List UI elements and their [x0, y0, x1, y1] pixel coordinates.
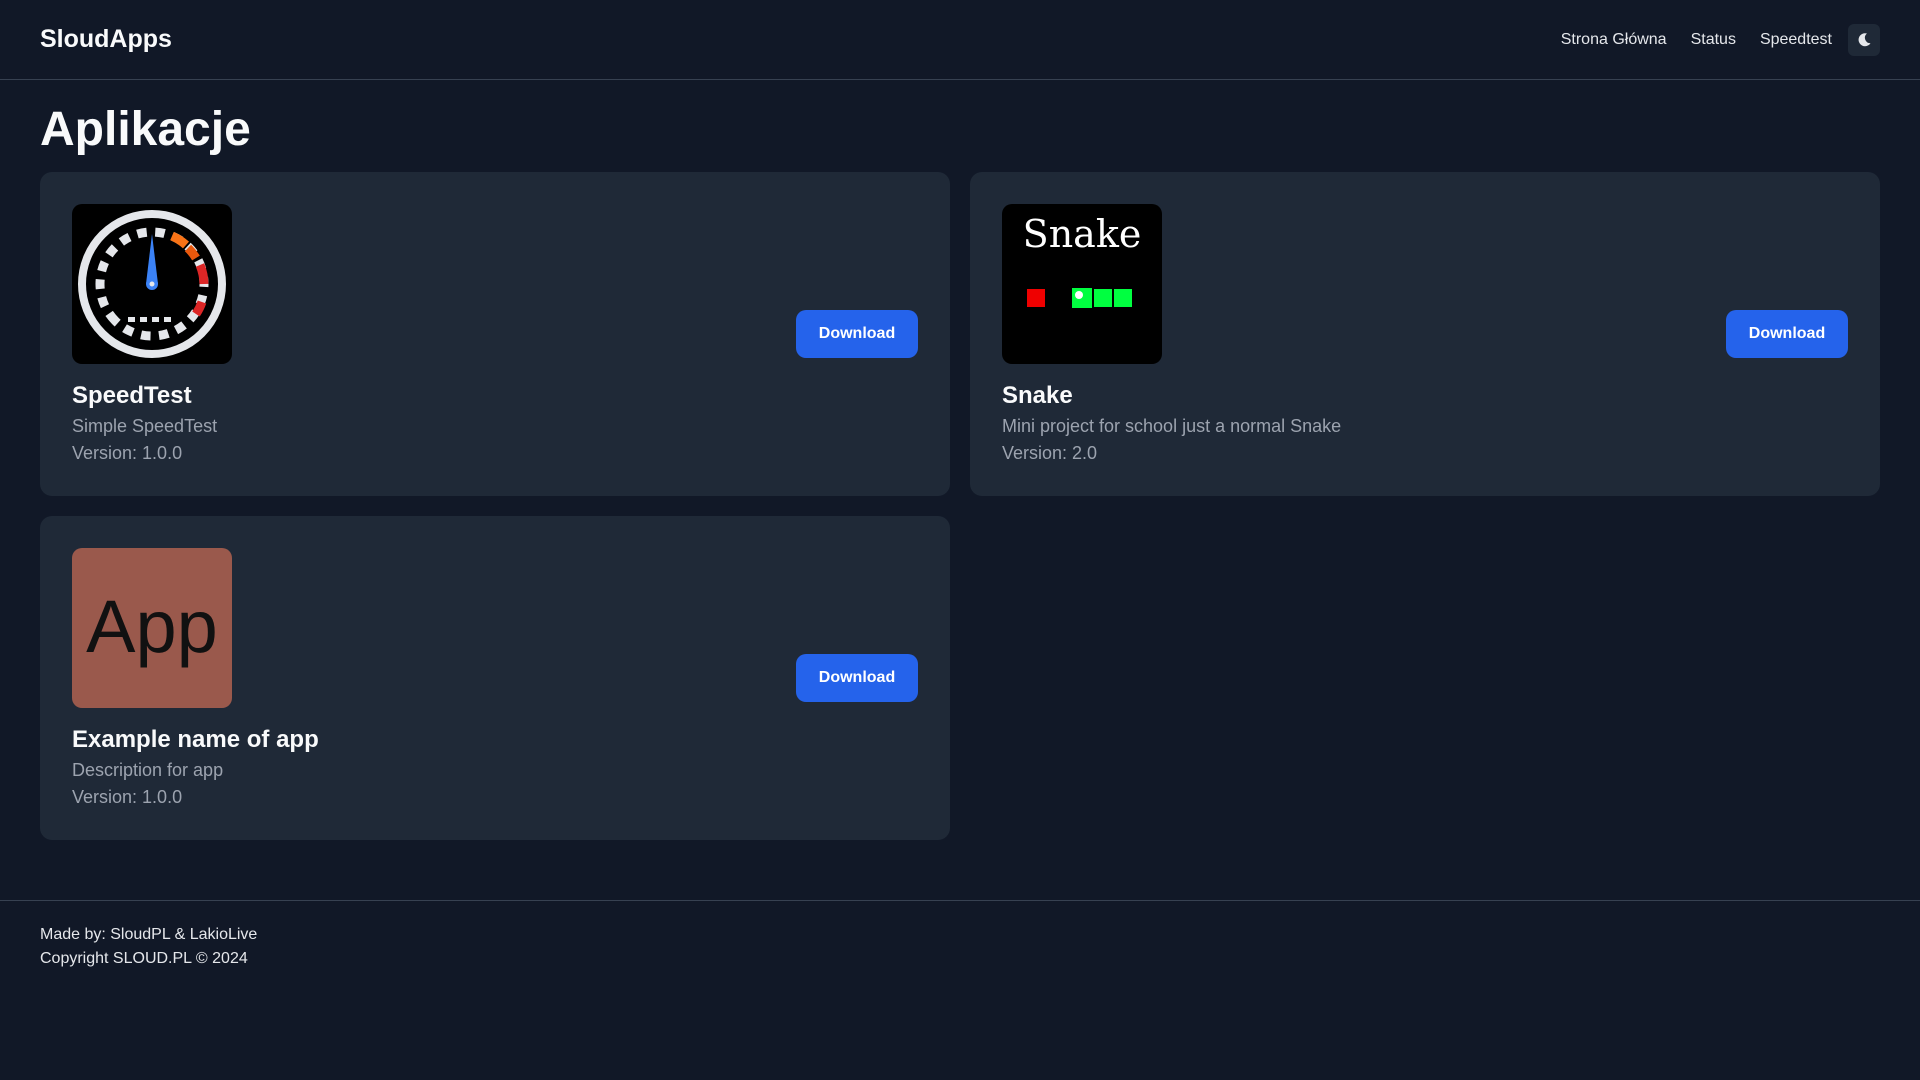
footer-credits: Made by: SloudPL & LakioLive	[40, 926, 258, 943]
download-button-speedtest[interactable]: Download	[796, 310, 918, 358]
app-placeholder-icon: App	[72, 548, 232, 708]
app-version: Version: 1.0.0	[72, 443, 183, 463]
nav-link-speedtest[interactable]: Speedtest	[1760, 31, 1832, 49]
app-description: Mini project for school just a normal Sn…	[1002, 416, 1342, 436]
speedometer-icon	[72, 204, 232, 364]
app-card-speedtest: SpeedTest Simple SpeedTest Version: 1.0.…	[40, 172, 950, 496]
app-version: Version: 2.0	[1002, 443, 1098, 463]
app-description: Description for app	[72, 760, 224, 780]
nav-link-status[interactable]: Status	[1691, 31, 1736, 49]
brand-logo[interactable]: SloudApps	[40, 25, 172, 54]
snake-icon-text: Snake	[1023, 212, 1142, 256]
download-button-example[interactable]: Download	[796, 654, 918, 702]
apps-grid: SpeedTest Simple SpeedTest Version: 1.0.…	[0, 172, 1920, 840]
theme-toggle-button[interactable]	[1848, 23, 1880, 56]
download-button-snake[interactable]: Download	[1726, 310, 1848, 358]
navbar: SloudApps Strona Główna Status Speedtest	[0, 0, 1920, 80]
app-card-example: App Example name of app Description for …	[40, 516, 950, 840]
app-name: Example name of app	[72, 726, 319, 753]
app-name: Snake	[1002, 382, 1073, 409]
app-name: SpeedTest	[72, 382, 192, 409]
page-title: Aplikacje	[40, 103, 251, 156]
app-version: Version: 1.0.0	[72, 787, 183, 807]
nav-links: Strona Główna Status Speedtest	[1537, 23, 1880, 56]
nav-link-home[interactable]: Strona Główna	[1561, 31, 1667, 49]
snake-game-icon: Snake	[1002, 204, 1162, 364]
app-card-snake: Snake Snake Mini project for school just…	[970, 172, 1880, 496]
footer-copyright: Copyright SLOUD.PL © 2024	[40, 950, 248, 967]
app-icon-text: App	[86, 585, 218, 668]
app-description: Simple SpeedTest	[72, 416, 218, 436]
moon-icon	[1858, 32, 1871, 46]
footer: Made by: SloudPL & LakioLive Copyright S…	[0, 900, 1920, 993]
